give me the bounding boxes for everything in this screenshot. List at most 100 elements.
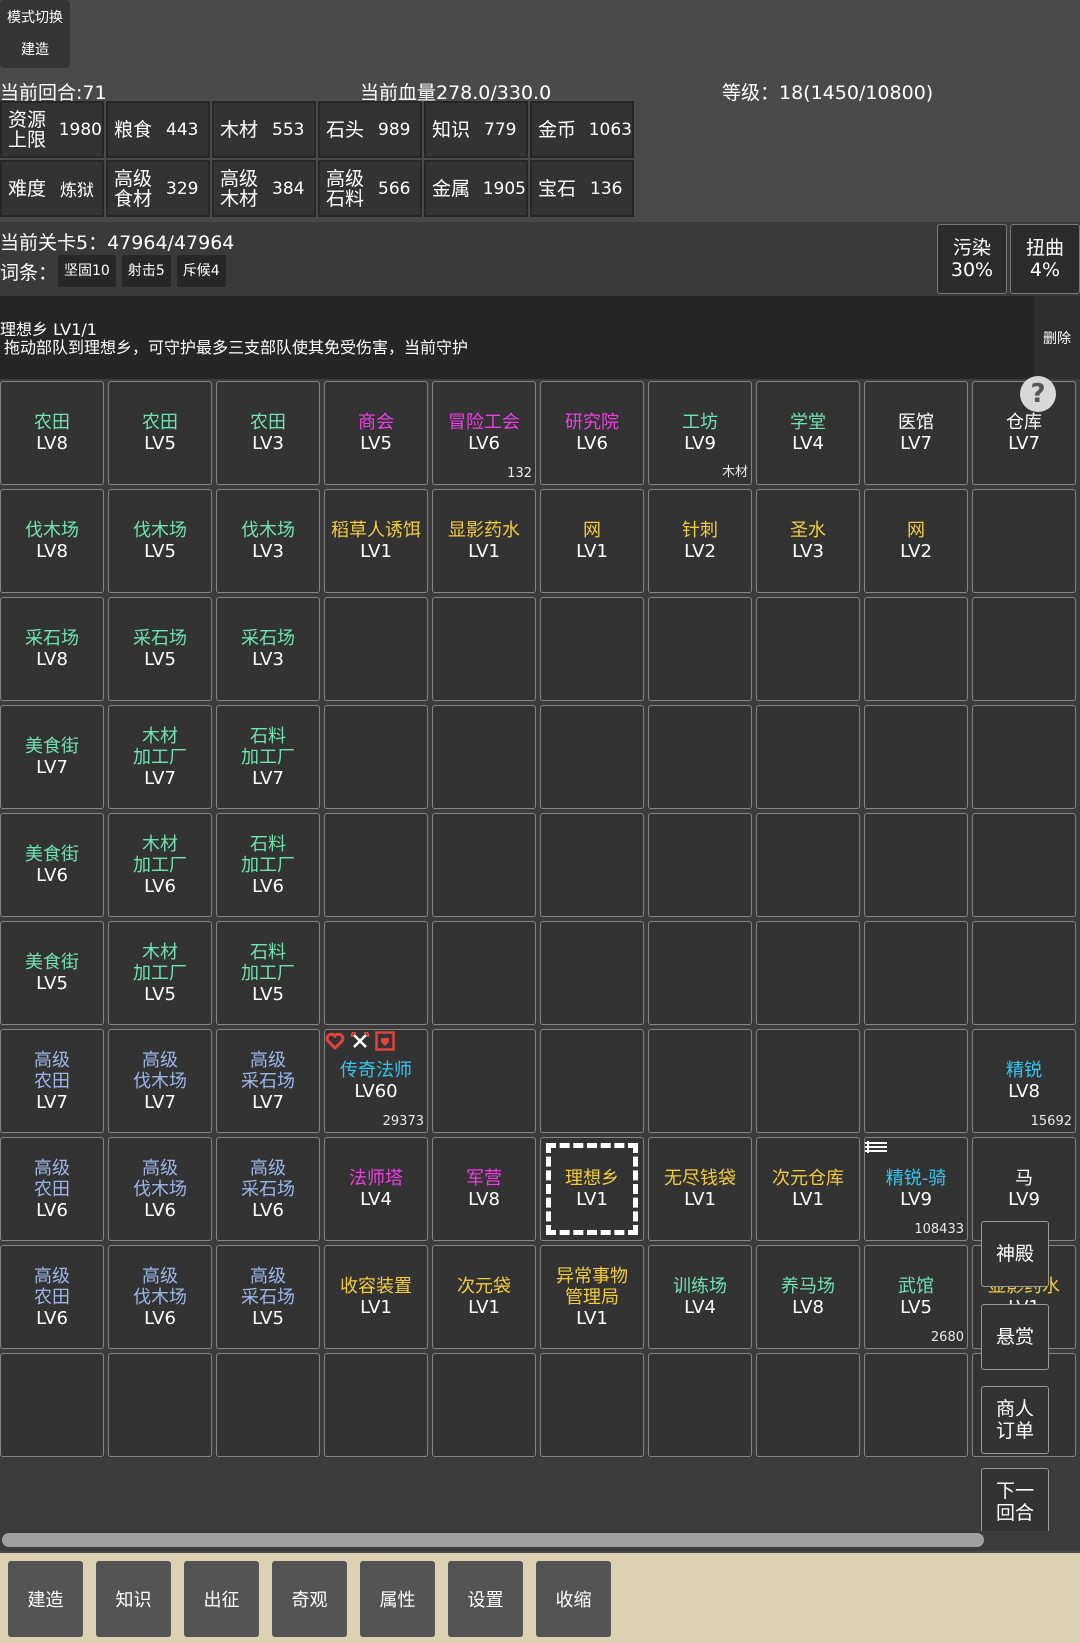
grid-empty-cell[interactable]: [216, 1353, 320, 1457]
grid-building-cell[interactable]: 法师塔 LV4: [324, 1137, 428, 1241]
grid-building-cell[interactable]: 农田 LV5: [108, 381, 212, 485]
grid-building-cell[interactable]: 无尽钱袋 LV1: [648, 1137, 752, 1241]
grid-building-cell[interactable]: 高级 采石场 LV7: [216, 1029, 320, 1133]
grid-building-cell[interactable]: 采石场 LV5: [108, 597, 212, 701]
grid-empty-cell[interactable]: [432, 597, 536, 701]
grid-empty-cell[interactable]: [756, 1029, 860, 1133]
grid-empty-cell[interactable]: [324, 705, 428, 809]
grid-empty-cell[interactable]: [972, 705, 1076, 809]
grid-building-cell[interactable]: 木材 加工厂 LV7: [108, 705, 212, 809]
grid-building-cell[interactable]: 网 LV2: [864, 489, 968, 593]
grid-empty-cell[interactable]: [540, 705, 644, 809]
grid-empty-cell[interactable]: [0, 1353, 104, 1457]
grid-empty-cell[interactable]: [324, 921, 428, 1025]
grid-building-cell[interactable]: 商会 LV5: [324, 381, 428, 485]
grid-building-cell[interactable]: 农田 LV3: [216, 381, 320, 485]
delete-button[interactable]: 删除: [1034, 296, 1080, 379]
grid-building-cell[interactable]: 训练场 LV4: [648, 1245, 752, 1349]
scrollbar-thumb[interactable]: [2, 1533, 984, 1547]
grid-empty-cell[interactable]: [864, 1029, 968, 1133]
grid-building-cell[interactable]: 军营 LV8: [432, 1137, 536, 1241]
shrine-button[interactable]: 神殿: [981, 1221, 1049, 1287]
grid-building-cell[interactable]: 石料 加工厂 LV6: [216, 813, 320, 917]
bottom-nav-button[interactable]: 设置: [448, 1561, 523, 1637]
grid-building-cell[interactable]: 美食街 LV5: [0, 921, 104, 1025]
grid-building-cell[interactable]: 养马场 LV8: [756, 1245, 860, 1349]
grid-building-cell[interactable]: 高级 农田 LV7: [0, 1029, 104, 1133]
grid-empty-cell[interactable]: [972, 489, 1076, 593]
grid-building-cell[interactable]: 美食街 LV6: [0, 813, 104, 917]
grid-building-cell[interactable]: 武馆 LV5 2680: [864, 1245, 968, 1349]
grid-empty-cell[interactable]: [540, 597, 644, 701]
affix-tag[interactable]: 坚固10: [58, 255, 116, 287]
grid-building-cell[interactable]: 高级 农田 LV6: [0, 1137, 104, 1241]
grid-empty-cell[interactable]: [324, 1353, 428, 1457]
grid-empty-cell[interactable]: [756, 597, 860, 701]
grid-building-cell[interactable]: 学堂 LV4: [756, 381, 860, 485]
grid-building-cell[interactable]: 石料 加工厂 LV5: [216, 921, 320, 1025]
grid-building-cell[interactable]: 伐木场 LV5: [108, 489, 212, 593]
next-turn-button[interactable]: 下一 回合: [981, 1468, 1049, 1536]
grid-building-cell[interactable]: 石料 加工厂 LV7: [216, 705, 320, 809]
grid-empty-cell[interactable]: [432, 1029, 536, 1133]
grid-empty-cell[interactable]: [864, 813, 968, 917]
grid-building-cell[interactable]: 理想乡 LV1: [540, 1137, 644, 1241]
grid-empty-cell[interactable]: [540, 921, 644, 1025]
grid-empty-cell[interactable]: [864, 597, 968, 701]
affix-tag[interactable]: 射击5: [121, 255, 171, 287]
grid-empty-cell[interactable]: [432, 1353, 536, 1457]
grid-building-cell[interactable]: 高级 伐木场 LV6: [108, 1245, 212, 1349]
grid-building-cell[interactable]: 高级 伐木场 LV6: [108, 1137, 212, 1241]
grid-empty-cell[interactable]: [648, 705, 752, 809]
grid-empty-cell[interactable]: [972, 813, 1076, 917]
grid-empty-cell[interactable]: [324, 597, 428, 701]
bottom-nav-button[interactable]: 属性: [360, 1561, 435, 1637]
help-icon[interactable]: ?: [1020, 376, 1056, 412]
bottom-nav-button[interactable]: 奇观: [272, 1561, 347, 1637]
grid-empty-cell[interactable]: [756, 921, 860, 1025]
grid-empty-cell[interactable]: [108, 1353, 212, 1457]
grid-building-cell[interactable]: 冒险工会 LV6 132: [432, 381, 536, 485]
grid-empty-cell[interactable]: [432, 813, 536, 917]
pollution-meter[interactable]: 污染 30%: [937, 224, 1007, 294]
grid-building-cell[interactable]: 圣水 LV3: [756, 489, 860, 593]
grid-empty-cell[interactable]: [864, 705, 968, 809]
grid-building-cell[interactable]: 收容装置 LV1: [324, 1245, 428, 1349]
grid-empty-cell[interactable]: [648, 813, 752, 917]
bottom-nav-button[interactable]: 知识: [96, 1561, 171, 1637]
grid-building-cell[interactable]: 网 LV1: [540, 489, 644, 593]
grid-empty-cell[interactable]: [972, 597, 1076, 701]
grid-empty-cell[interactable]: [972, 921, 1076, 1025]
grid-empty-cell[interactable]: [756, 705, 860, 809]
grid-building-cell[interactable]: 稻草人诱饵 LV1: [324, 489, 428, 593]
grid-empty-cell[interactable]: [864, 921, 968, 1025]
bottom-nav-button[interactable]: 建造: [8, 1561, 83, 1637]
grid-building-cell[interactable]: 高级 采石场 LV6: [216, 1137, 320, 1241]
grid-building-cell[interactable]: 医馆 LV7: [864, 381, 968, 485]
grid-building-cell[interactable]: 高级 伐木场 LV7: [108, 1029, 212, 1133]
grid-empty-cell[interactable]: [756, 1353, 860, 1457]
grid-building-cell[interactable]: 工坊 LV9 木材: [648, 381, 752, 485]
grid-empty-cell[interactable]: [648, 921, 752, 1025]
grid-empty-cell[interactable]: [540, 1029, 644, 1133]
grid-empty-cell[interactable]: [648, 1029, 752, 1133]
grid-empty-cell[interactable]: [432, 705, 536, 809]
grid-building-cell[interactable]: 采石场 LV8: [0, 597, 104, 701]
bottom-nav-button[interactable]: 收缩: [536, 1561, 611, 1637]
horizontal-scrollbar[interactable]: [0, 1531, 1080, 1551]
grid-empty-cell[interactable]: [432, 921, 536, 1025]
grid-building-cell[interactable]: 研究院 LV6: [540, 381, 644, 485]
affix-tag[interactable]: 斥候4: [176, 255, 226, 287]
grid-building-cell[interactable]: 异常事物 管理局 LV1: [540, 1245, 644, 1349]
bounty-button[interactable]: 悬赏: [981, 1304, 1049, 1370]
grid-empty-cell[interactable]: [540, 1353, 644, 1457]
twist-meter[interactable]: 扭曲 4%: [1010, 224, 1080, 294]
merchant-order-button[interactable]: 商人 订单: [981, 1386, 1049, 1454]
grid-building-cell[interactable]: 高级 采石场 LV5: [216, 1245, 320, 1349]
grid-building-cell[interactable]: 次元袋 LV1: [432, 1245, 536, 1349]
grid-building-cell[interactable]: 针刺 LV2: [648, 489, 752, 593]
grid-building-cell[interactable]: 高级 农田 LV6: [0, 1245, 104, 1349]
grid-empty-cell[interactable]: [540, 813, 644, 917]
grid-building-cell[interactable]: 伐木场 LV3: [216, 489, 320, 593]
grid-empty-cell[interactable]: [324, 813, 428, 917]
